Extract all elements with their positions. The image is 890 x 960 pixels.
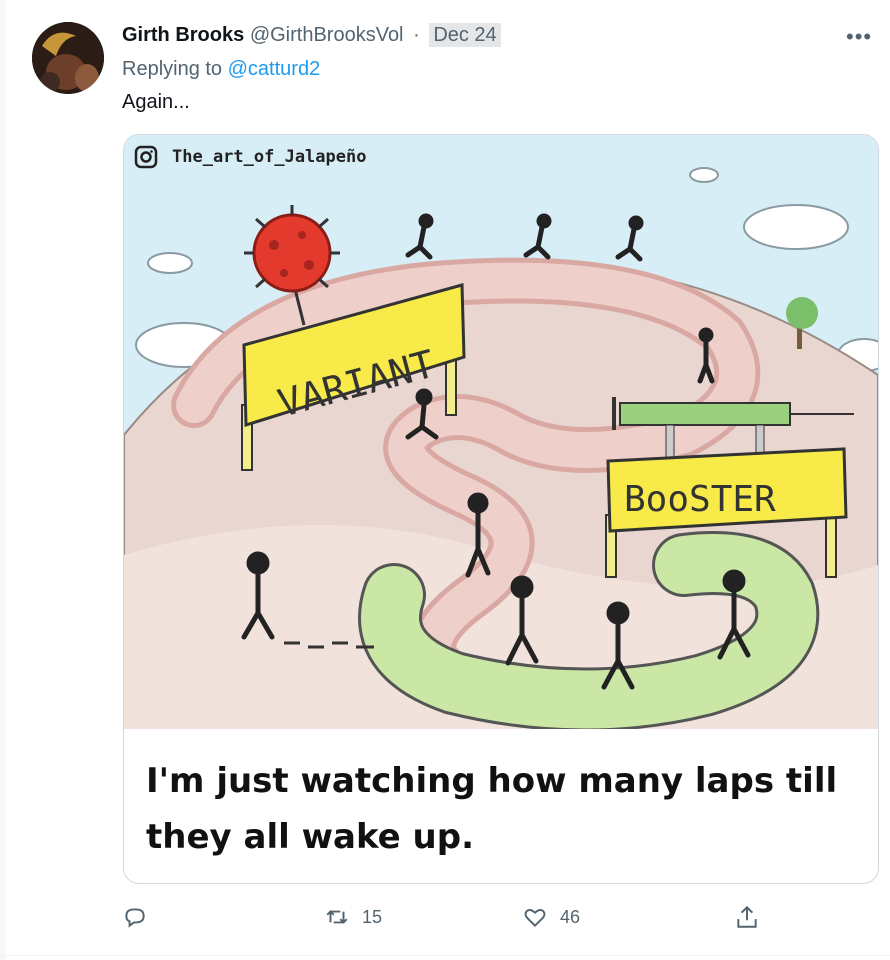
avatar-image bbox=[32, 22, 104, 94]
reply-prefix: Replying to bbox=[122, 58, 223, 80]
more-options-icon[interactable]: ••• bbox=[846, 24, 872, 50]
reply-context: Replying to @catturd2 bbox=[122, 56, 320, 82]
author-name[interactable]: Girth Brooks bbox=[122, 24, 244, 46]
avatar[interactable] bbox=[32, 22, 104, 94]
share-button[interactable] bbox=[734, 902, 760, 932]
tweet[interactable]: Girth Brooks @GirthBrooksVol · Dec 24 ••… bbox=[0, 0, 890, 960]
tweet-date[interactable]: Dec 24 bbox=[429, 23, 501, 47]
divider bbox=[0, 955, 890, 956]
image-caption: I'm just watching how many laps till the… bbox=[146, 761, 838, 857]
booster-sign-label: BooSTER bbox=[624, 479, 776, 520]
reply-mention-link[interactable]: @catturd2 bbox=[228, 58, 321, 80]
left-rail bbox=[0, 0, 6, 960]
media-card[interactable]: VARIANT BooSTER The_art_of_Jalapeño I'm … bbox=[123, 134, 879, 884]
like-count: 46 bbox=[560, 906, 581, 927]
like-button[interactable]: 46 bbox=[522, 902, 580, 932]
separator: · bbox=[413, 24, 420, 46]
tweet-text: Again... bbox=[122, 91, 190, 113]
tweet-actions: 15 46 bbox=[122, 902, 882, 932]
share-icon bbox=[737, 905, 757, 928]
instagram-icon bbox=[134, 145, 158, 169]
reply-icon bbox=[125, 908, 145, 928]
heart-icon bbox=[524, 909, 546, 928]
tweet-header: Girth Brooks @GirthBrooksVol · Dec 24 bbox=[122, 22, 501, 48]
retweet-icon bbox=[326, 910, 348, 924]
reply-button[interactable] bbox=[122, 902, 160, 932]
author-handle[interactable]: @GirthBrooksVol bbox=[250, 24, 404, 46]
cartoon-image: VARIANT BooSTER bbox=[124, 135, 878, 729]
retweet-button[interactable]: 15 bbox=[324, 902, 382, 932]
retweet-count: 15 bbox=[362, 906, 383, 927]
image-watermark: The_art_of_Jalapeño bbox=[172, 147, 367, 167]
